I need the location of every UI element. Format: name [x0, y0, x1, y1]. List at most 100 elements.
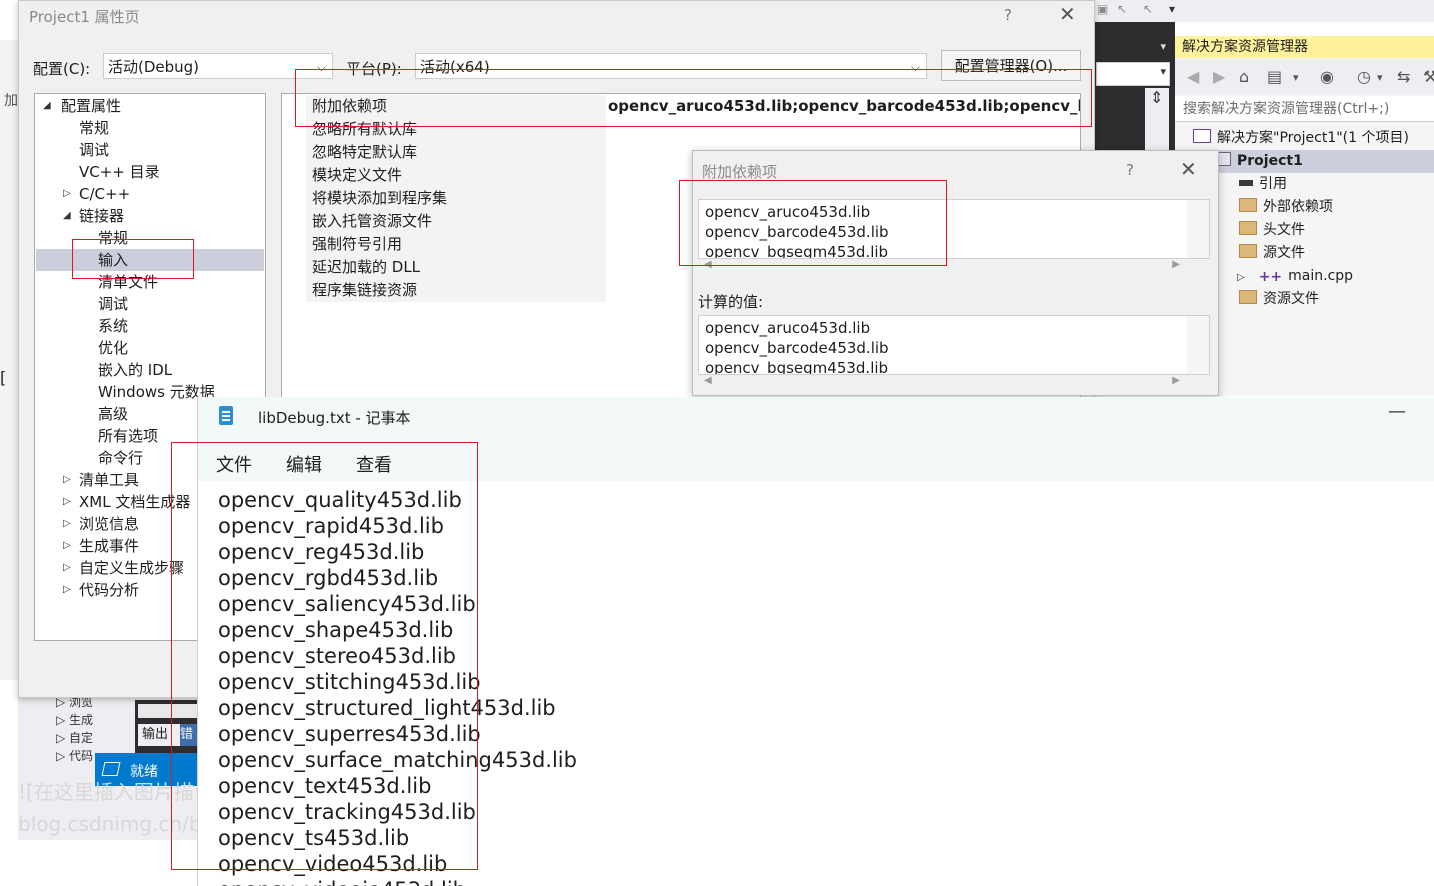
vs-member-combo[interactable] [1096, 62, 1170, 86]
vs-output-scrollbar[interactable] [138, 704, 200, 718]
calc-line: opencv_barcode453d.lib [705, 339, 889, 357]
menu-file[interactable]: 文件 [216, 451, 252, 477]
notepad-title: libDebug.txt - 记事本 [258, 409, 411, 427]
toolbar-icon[interactable]: ▣ [1097, 2, 1108, 16]
tree-item-main-cpp[interactable]: ▷ ++ main.cpp [1237, 265, 1353, 288]
tree-item-linker-advanced[interactable]: 高级 [98, 403, 128, 425]
globe-icon[interactable]: ◉ [1320, 67, 1334, 86]
solution-explorer-search[interactable]: 搜索解决方案资源管理器(Ctrl+;) [1175, 96, 1434, 122]
tree-item-label: 清单工具 [79, 471, 140, 489]
tree-item-cpp[interactable]: ▷ C/C++ [63, 183, 130, 205]
tree-item-vc-directories[interactable]: VC++ 目录 [79, 161, 160, 183]
collapse-icon[interactable]: ◢ [63, 205, 71, 227]
tree-item-manifest-tool[interactable]: ▷ 清单工具 [63, 469, 139, 491]
scroll-right-icon[interactable]: ▶ [1172, 375, 1180, 386]
calc-line: opencv_aruco453d.lib [705, 319, 871, 337]
close-button[interactable]: ✕ [1180, 157, 1197, 181]
tree-item-external-deps[interactable]: 外部依赖项 [1239, 196, 1333, 219]
config-select[interactable]: 活动(Debug) ⌵ [103, 53, 333, 79]
tree-item-resource-files[interactable]: 资源文件 [1239, 288, 1319, 311]
text-line: opencv_shape453d.lib [218, 618, 454, 642]
config-label: 配置(C): [33, 60, 91, 78]
tree-item-general[interactable]: 常规 [79, 117, 109, 139]
tree-item-linker-manifest[interactable]: 清单文件 [98, 271, 158, 293]
folder-icon [1239, 290, 1257, 304]
tree-item-header-files[interactable]: 头文件 [1239, 219, 1305, 242]
deps-input-textarea[interactable]: opencv_aruco453d.lib opencv_barcode453d.… [698, 199, 1210, 259]
tree-item-linker[interactable]: ◢ 链接器 [63, 205, 124, 227]
forward-icon[interactable]: ▶ [1213, 67, 1225, 86]
swap-icon[interactable]: ⇆ [1397, 67, 1410, 86]
grid-row[interactable]: 附加依赖项 opencv_aruco453d.lib;opencv_barcode… [282, 95, 1080, 118]
tab-output[interactable]: 输出 [138, 724, 182, 746]
scroll-left-icon[interactable]: ◀ [704, 259, 712, 270]
home-icon[interactable]: ⌂ [1239, 67, 1249, 86]
scroll-right-icon[interactable]: ▶ [1172, 259, 1180, 270]
grid-key: 强制符号引用 [306, 233, 606, 256]
chevron-down-icon[interactable]: ▾ [1169, 2, 1175, 16]
tree-item-linker-input[interactable]: 输入 [36, 249, 264, 271]
toolbar-icon[interactable]: ↖ [1143, 2, 1153, 16]
sync-icon[interactable]: ▤ [1267, 67, 1282, 86]
tree-item-linker-command-line[interactable]: 命令行 [98, 447, 143, 469]
tree-item-linker-embedded-idl[interactable]: 嵌入的 IDL [98, 359, 172, 381]
minimize-button[interactable]: — [1388, 401, 1406, 422]
vs-toolbar-combo[interactable]: ▾ [1096, 38, 1170, 56]
tree-item-linker-all-options[interactable]: 所有选项 [98, 425, 158, 447]
tree-item-config-properties[interactable]: ◢ 配置属性 [43, 95, 121, 117]
grid-value[interactable]: opencv_aruco453d.lib;opencv_barcode453d.… [606, 95, 1080, 118]
tree-item-xml-doc[interactable]: ▷ XML 文档生成器 [63, 491, 190, 513]
wrench-icon[interactable]: ⚒ [1423, 67, 1434, 86]
expand-icon[interactable]: ▷ [63, 491, 71, 513]
expand-icon[interactable]: ▷ [63, 579, 71, 601]
tree-item-label: 配置属性 [61, 97, 122, 115]
deps-vertical-scrollbar[interactable] [1187, 200, 1209, 258]
toolbar-icon[interactable]: ↖ [1117, 2, 1127, 16]
bg-tree-item: ▷ 自定 [56, 731, 94, 745]
text-line: opencv_structured_light453d.lib [218, 696, 556, 720]
grid-value[interactable] [606, 118, 1080, 141]
tree-item-browse-info[interactable]: ▷ 浏览信息 [63, 513, 139, 535]
help-button[interactable]: ? [1126, 161, 1134, 179]
help-button[interactable]: ? [1004, 6, 1012, 24]
config-manager-button[interactable]: 配置管理器(O)... [941, 50, 1081, 81]
expand-icon[interactable]: ▷ [63, 469, 71, 491]
tree-item-linker-optimization[interactable]: 优化 [98, 337, 128, 359]
chevron-down-icon[interactable]: ▾ [1293, 71, 1299, 84]
close-button[interactable]: ✕ [1059, 2, 1076, 26]
tree-item-linker-system[interactable]: 系统 [98, 315, 128, 337]
tree-item-project[interactable]: Project1 [1213, 150, 1434, 173]
expand-icon[interactable]: ▷ [63, 557, 71, 579]
history-icon[interactable]: ◷ [1357, 67, 1371, 86]
expand-icon[interactable]: ▷ [63, 183, 71, 205]
tree-item-label: 外部依赖项 [1263, 199, 1333, 215]
tree-item-label: 代码分析 [79, 581, 140, 599]
menu-edit[interactable]: 编辑 [286, 451, 322, 477]
expand-icon[interactable]: ▷ [63, 535, 71, 557]
tree-item-solution[interactable]: 解决方案"Project1"(1 个项目) [1193, 127, 1409, 150]
scroll-left-icon[interactable]: ◀ [704, 375, 712, 386]
chevron-down-icon[interactable]: ▾ [1377, 71, 1383, 84]
expand-icon[interactable]: ▷ [1237, 272, 1245, 283]
tree-item-linker-debugging[interactable]: 调试 [98, 293, 128, 315]
platform-select[interactable]: 活动(x64) ⌵ [415, 53, 927, 79]
notepad-text-area[interactable]: opencv_quality453d.lib opencv_rapid453d.… [198, 481, 1434, 886]
menu-view[interactable]: 查看 [356, 451, 392, 477]
tree-item-custom-build[interactable]: ▷ 自定义生成步骤 [63, 557, 184, 579]
solution-explorer-toolbar: ◀ ▶ ⌂ ▤ ▾ ◉ ◷ ▾ ⇆ ⚒ [1175, 60, 1434, 94]
vs-splitter[interactable]: ⇕ [1145, 88, 1169, 150]
tree-item-references[interactable]: 引用 [1239, 173, 1287, 196]
expand-icon[interactable]: ▷ [63, 513, 71, 535]
calc-horizontal-scrollbar[interactable]: ◀ ▶ [698, 375, 1210, 391]
tree-item-label: 浏览信息 [79, 515, 140, 533]
tree-item-code-analysis[interactable]: ▷ 代码分析 [63, 579, 139, 601]
tree-item-debugging[interactable]: 调试 [79, 139, 109, 161]
tree-item-source-files[interactable]: 源文件 [1239, 242, 1305, 265]
grid-row[interactable]: 忽略所有默认库 [282, 118, 1080, 141]
collapse-icon[interactable]: ◢ [43, 95, 51, 117]
tree-item-build-events[interactable]: ▷ 生成事件 [63, 535, 139, 557]
tree-item-linker-general[interactable]: 常规 [98, 227, 128, 249]
calc-vertical-scrollbar[interactable] [1187, 316, 1209, 374]
back-icon[interactable]: ◀ [1187, 67, 1199, 86]
deps-horizontal-scrollbar[interactable]: ◀ ▶ [698, 259, 1210, 275]
